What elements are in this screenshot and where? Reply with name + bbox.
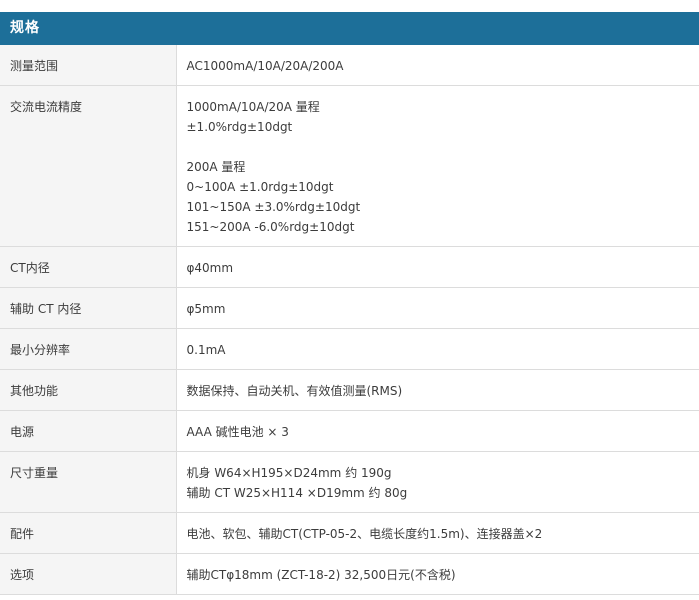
section-header-title: 规格 [0, 12, 699, 45]
spec-value-line: φ40mm [187, 258, 690, 278]
spec-label: 其他功能 [0, 370, 176, 411]
spec-value-line: AC1000mA/10A/20A/200A [187, 56, 690, 76]
spec-row: 最小分辨率 0.1mA [0, 329, 699, 370]
spec-label: 选项 [0, 554, 176, 595]
spec-value: φ40mm [176, 247, 699, 288]
spec-value: 辅助CTφ18mm (ZCT-18-2) 32,500日元(不含税) [176, 554, 699, 595]
spec-label: 最小分辨率 [0, 329, 176, 370]
spec-label: 测量范围 [0, 45, 176, 86]
spec-value: AC1000mA/10A/20A/200A [176, 45, 699, 86]
spec-label: 电源 [0, 411, 176, 452]
spec-value: 电池、软包、辅助CT(CTP-05-2、电缆长度约1.5m)、连接器盖×2 [176, 513, 699, 554]
spec-value: φ5mm [176, 288, 699, 329]
spec-table-body: 测量范围AC1000mA/10A/20A/200A交流电流精度1000mA/10… [0, 45, 699, 595]
spec-value-line: 0~100A ±1.0rdg±10dgt [187, 177, 690, 197]
spec-row: 选项辅助CTφ18mm (ZCT-18-2) 32,500日元(不含税) [0, 554, 699, 595]
spec-value-line: φ5mm [187, 299, 690, 319]
spec-value: AAA 碱性电池 × 3 [176, 411, 699, 452]
spec-row: 电源 AAA 碱性电池 × 3 [0, 411, 699, 452]
spec-row: 辅助 CT 内径 φ5mm [0, 288, 699, 329]
spec-value: 机身 W64×H195×D24mm 约 190g辅助 CT W25×H114 ×… [176, 452, 699, 513]
spec-label: 尺寸重量 [0, 452, 176, 513]
spec-row: 配件电池、软包、辅助CT(CTP-05-2、电缆长度约1.5m)、连接器盖×2 [0, 513, 699, 554]
spec-value-line [187, 137, 690, 157]
spec-value-line: 机身 W64×H195×D24mm 约 190g [187, 463, 690, 483]
spec-table: 测量范围AC1000mA/10A/20A/200A交流电流精度1000mA/10… [0, 45, 699, 595]
spec-row: 测量范围 AC1000mA/10A/20A/200A [0, 45, 699, 86]
spec-value: 1000mA/10A/20A 量程±1.0%rdg±10dgt 200A 量程0~… [176, 86, 699, 247]
spec-label: 辅助 CT 内径 [0, 288, 176, 329]
spec-value-line: AAA 碱性电池 × 3 [187, 422, 690, 442]
spec-value-line: ±1.0%rdg±10dgt [187, 117, 690, 137]
spec-row: 交流电流精度 1000mA/10A/20A 量程±1.0%rdg±10dgt 200… [0, 86, 699, 247]
spec-value-line: 电池、软包、辅助CT(CTP-05-2、电缆长度约1.5m)、连接器盖×2 [187, 524, 690, 544]
spec-value-line: 1000mA/10A/20A 量程 [187, 97, 690, 117]
spec-value-line: 200A 量程 [187, 157, 690, 177]
spec-value-line: 辅助 CT W25×H114 ×D19mm 约 80g [187, 483, 690, 503]
spec-value-line: 151~200A -6.0%rdg±10dgt [187, 217, 690, 237]
spec-value: 数据保持、自动关机、有效值测量(RMS) [176, 370, 699, 411]
spec-row: 尺寸重量机身 W64×H195×D24mm 约 190g辅助 CT W25×H1… [0, 452, 699, 513]
spec-value-line: 0.1mA [187, 340, 690, 360]
spec-label: CT内径 [0, 247, 176, 288]
spec-label: 交流电流精度 [0, 86, 176, 247]
spec-value-line: 101~150A ±3.0%rdg±10dgt [187, 197, 690, 217]
spec-value-line: 数据保持、自动关机、有效值测量(RMS) [187, 381, 690, 401]
spec-label: 配件 [0, 513, 176, 554]
spec-value: 0.1mA [176, 329, 699, 370]
spec-page: 规格 测量范围AC1000mA/10A/20A/200A交流电流精度1000mA… [0, 0, 699, 600]
spec-row: CT内径 φ40mm [0, 247, 699, 288]
spec-value-line: 辅助CTφ18mm (ZCT-18-2) 32,500日元(不含税) [187, 565, 690, 585]
spec-row: 其他功能数据保持、自动关机、有效值测量(RMS) [0, 370, 699, 411]
